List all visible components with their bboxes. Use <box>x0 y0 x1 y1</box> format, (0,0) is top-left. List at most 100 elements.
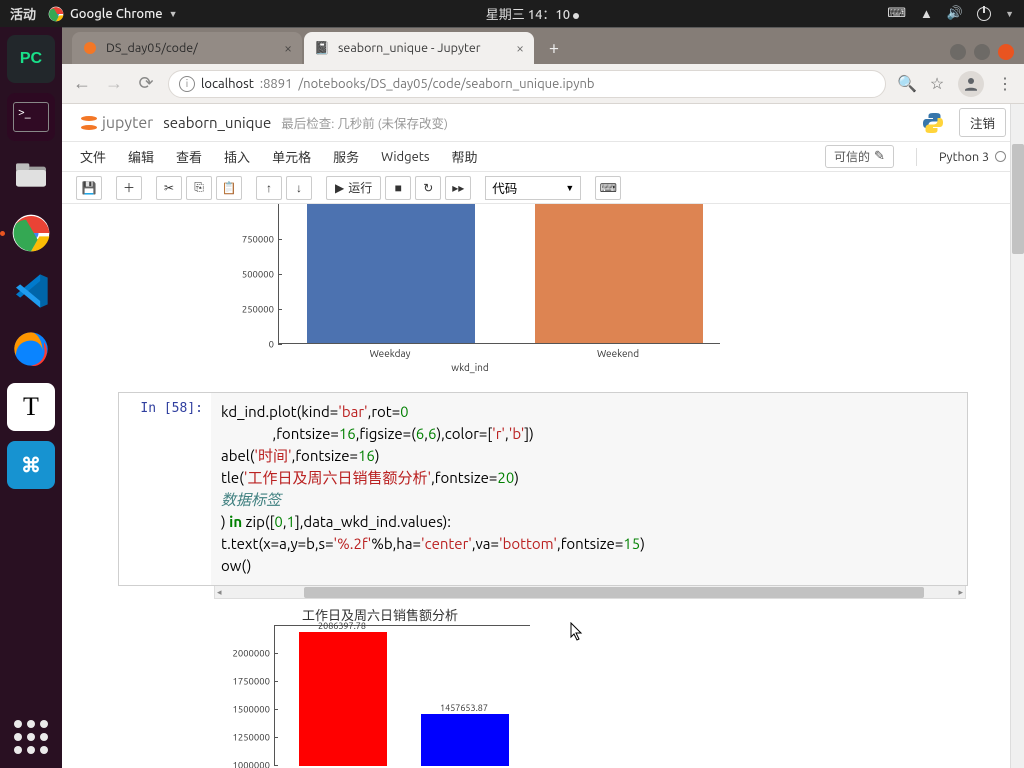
move-up-button[interactable]: ↑ <box>256 176 282 200</box>
tab-close-icon[interactable]: × <box>516 40 524 56</box>
restart-button[interactable]: ↻ <box>415 176 441 200</box>
window-minimize-icon[interactable] <box>950 44 966 60</box>
dock-app-typora[interactable]: T <box>7 383 55 431</box>
dock-app-terminal[interactable]: >_ <box>7 93 55 141</box>
ytick-label: 1000000 <box>232 760 270 768</box>
menu-widgets[interactable]: Widgets <box>381 150 429 164</box>
code-cell[interactable]: In [58]: kd_ind.plot(kind='bar',rot=0 ,f… <box>118 392 968 586</box>
jupyter-logo-icon[interactable]: jupyter <box>80 114 153 132</box>
ytick-label: 0 <box>269 339 274 350</box>
profile-avatar-icon[interactable] <box>958 71 984 97</box>
notebook-favicon-icon: 📓 <box>314 40 330 56</box>
ytick-label: 1750000 <box>232 676 270 687</box>
menu-kernel[interactable]: 服务 <box>333 147 359 166</box>
jupyter-toolbar: 💾 ＋ ✂ ⎘ 📋 ↑ ↓ ▶运行 ■ ↻ ▸▸ 代码▼ ⌨ <box>62 172 1024 204</box>
menu-view[interactable]: 查看 <box>176 147 202 166</box>
python-logo-icon <box>921 111 945 135</box>
site-info-icon[interactable]: i <box>179 76 195 92</box>
notebook-name[interactable]: seaborn_unique <box>163 114 271 131</box>
forward-button: → <box>104 74 124 94</box>
keyboard-indicator-icon[interactable]: ⌨ <box>887 6 906 21</box>
save-button[interactable]: 💾 <box>76 176 102 200</box>
show-applications-icon[interactable] <box>14 720 48 754</box>
restart-run-all-button[interactable]: ▸▸ <box>445 176 471 200</box>
data-label: 1457653.87 <box>440 703 488 713</box>
back-button[interactable]: ← <box>72 74 92 94</box>
dock-app-firefox[interactable] <box>7 325 55 373</box>
dock-app-other[interactable]: ⌘ <box>7 441 55 489</box>
jupyter-header: jupyter seaborn_unique 最后检查: 几秒前 (未保存改变)… <box>62 104 1024 142</box>
activities-button[interactable]: 活动 <box>10 4 36 23</box>
app-menu-label: Google Chrome <box>70 7 163 21</box>
notebook-scroll-area[interactable]: 0 250000 500000 750000 Weekday W <box>62 204 1024 768</box>
reload-button[interactable]: ⟳ <box>136 74 156 94</box>
dock-app-chrome[interactable] <box>7 209 55 257</box>
ytick-label: 1500000 <box>232 704 270 715</box>
url-host: localhost <box>201 77 254 91</box>
app-menu[interactable]: Google Chrome ▼ <box>48 6 178 22</box>
dock-app-files[interactable] <box>7 151 55 199</box>
command-palette-button[interactable]: ⌨ <box>595 176 621 200</box>
notification-dot-icon <box>573 13 579 19</box>
insert-cell-button[interactable]: ＋ <box>116 176 142 200</box>
chrome-tab-1[interactable]: DS_day05/code/ × <box>72 32 302 64</box>
chrome-tab-2[interactable]: 📓 seaborn_unique - Jupyter × <box>304 32 534 64</box>
new-tab-button[interactable]: + <box>540 34 568 62</box>
ubuntu-dock: PC >_ T ⌘ <box>0 27 62 768</box>
menu-file[interactable]: 文件 <box>80 147 106 166</box>
volume-icon[interactable]: 🔊 <box>947 6 963 21</box>
output-chart-2: 工作日及周六日销售额分析 1000000 1250000 1500000 175… <box>210 605 968 765</box>
jupyter-menubar: 文件 编辑 查看 插入 单元格 服务 Widgets 帮助 可信的✎ Pytho… <box>62 142 1024 172</box>
bar-weekend-blue <box>421 714 509 766</box>
address-bar[interactable]: i localhost:8891/notebooks/DS_day05/code… <box>168 70 886 98</box>
ytick-label: 250000 <box>242 304 274 315</box>
chrome-tabstrip: DS_day05/code/ × 📓 seaborn_unique - Jupy… <box>62 28 1024 64</box>
menu-insert[interactable]: 插入 <box>224 147 250 166</box>
search-icon[interactable]: 🔍 <box>898 75 916 93</box>
move-down-button[interactable]: ↓ <box>286 176 312 200</box>
xtick-label: Weekend <box>597 348 639 359</box>
paste-button[interactable]: 📋 <box>216 176 242 200</box>
trusted-indicator[interactable]: 可信的✎ <box>825 145 894 168</box>
menu-edit[interactable]: 编辑 <box>128 147 154 166</box>
scrollbar-thumb[interactable] <box>1012 144 1024 254</box>
power-icon[interactable] <box>977 7 991 21</box>
jupyter-favicon-icon <box>82 40 98 56</box>
run-button[interactable]: ▶运行 <box>326 176 381 200</box>
cell-type-select[interactable]: 代码▼ <box>485 176 581 200</box>
window-close-icon[interactable] <box>998 44 1014 60</box>
jupyter-notebook: jupyter seaborn_unique 最后检查: 几秒前 (未保存改变)… <box>62 104 1024 768</box>
logout-button[interactable]: 注销 <box>959 108 1006 137</box>
dock-app-vscode[interactable] <box>7 267 55 315</box>
clock[interactable]: 星期三 14：10 <box>178 4 888 23</box>
gnome-top-panel: 活动 Google Chrome ▼ 星期三 14：10 ⌨ ▲ 🔊 ▼ <box>0 0 1024 27</box>
copy-button[interactable]: ⎘ <box>186 176 212 200</box>
vertical-scrollbar[interactable] <box>1010 104 1024 768</box>
checkpoint-status: 最后检查: 几秒前 (未保存改变) <box>281 113 448 132</box>
chrome-toolbar: ← → ⟳ i localhost:8891/notebooks/DS_day0… <box>62 64 1024 104</box>
tab-title: DS_day05/code/ <box>106 41 198 55</box>
output-chart-1: 0 250000 500000 750000 Weekday W <box>210 204 968 382</box>
system-menu-chevron-icon[interactable]: ▼ <box>1005 9 1014 19</box>
code-editor[interactable]: kd_ind.plot(kind='bar',rot=0 ,fontsize=1… <box>211 393 967 585</box>
network-icon[interactable]: ▲ <box>920 6 933 21</box>
scrollbar-thumb[interactable] <box>304 587 924 598</box>
ytick-label: 750000 <box>242 234 274 245</box>
kernel-indicator[interactable]: Python 3 <box>939 150 1006 164</box>
cut-button[interactable]: ✂ <box>156 176 182 200</box>
chrome-menu-icon[interactable]: ⋮ <box>996 75 1014 93</box>
window-maximize-icon[interactable] <box>974 44 990 60</box>
chevron-down-icon: ▼ <box>169 9 178 19</box>
kernel-idle-icon <box>995 151 1006 162</box>
ytick-label: 500000 <box>242 269 274 280</box>
interrupt-button[interactable]: ■ <box>385 176 411 200</box>
code-horizontal-scrollbar[interactable]: ◂ ▸ <box>214 586 966 599</box>
bar-weekday-red <box>299 632 387 766</box>
bookmark-star-icon[interactable]: ☆ <box>928 75 946 93</box>
dock-app-pycharm[interactable]: PC <box>7 35 55 83</box>
tab-close-icon[interactable]: × <box>284 40 292 56</box>
data-label: 2086397.78 <box>318 621 366 631</box>
tab-title: seaborn_unique - Jupyter <box>338 41 481 55</box>
menu-cell[interactable]: 单元格 <box>272 147 311 166</box>
menu-help[interactable]: 帮助 <box>452 147 478 166</box>
